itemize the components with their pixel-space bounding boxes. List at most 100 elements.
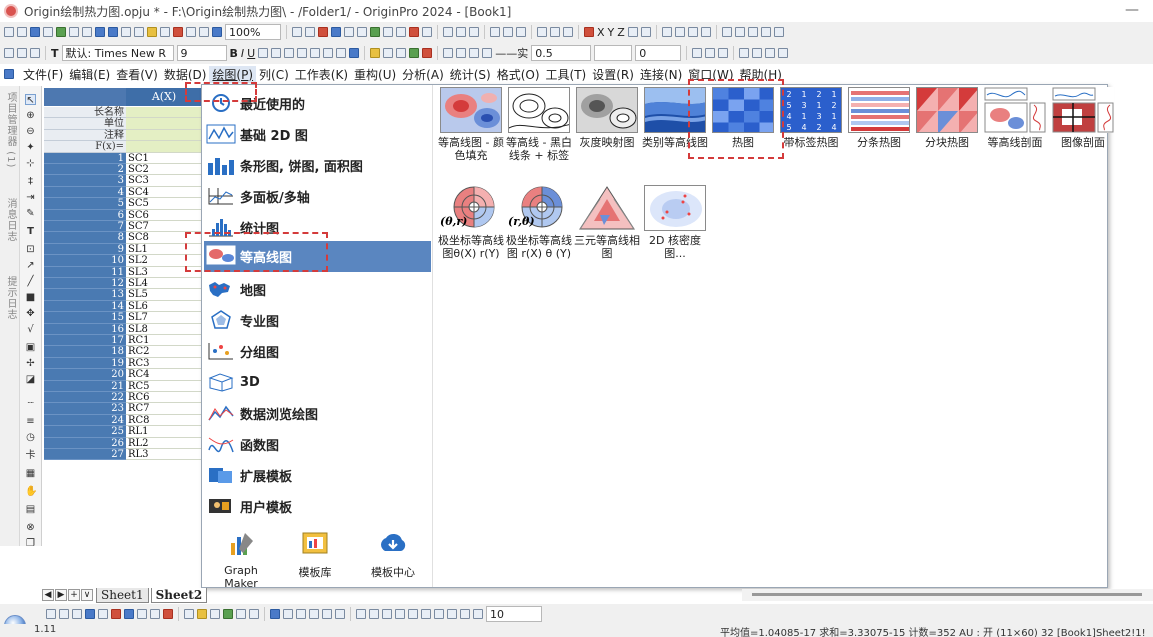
cell[interactable]: RC7 bbox=[126, 403, 202, 415]
zoom-in-tool-icon[interactable]: ⊕ bbox=[25, 110, 36, 121]
matrix-plot-icon[interactable] bbox=[249, 609, 259, 619]
import-icon[interactable] bbox=[134, 27, 144, 37]
bold-button[interactable]: B bbox=[230, 47, 238, 60]
layer-add-icon[interactable] bbox=[270, 609, 280, 619]
chart-option-icon[interactable] bbox=[516, 27, 526, 37]
front-icon[interactable] bbox=[434, 609, 444, 619]
contour-plot-icon[interactable] bbox=[223, 609, 233, 619]
text-tool-icon[interactable]: T bbox=[25, 226, 36, 237]
messages-log-tab[interactable]: 消息日志 bbox=[3, 198, 18, 242]
arrow-3-icon[interactable] bbox=[773, 27, 784, 37]
stock-icon[interactable] bbox=[150, 609, 160, 619]
decrease-font-icon[interactable] bbox=[310, 48, 321, 58]
table-row[interactable]: 6 SC6 bbox=[44, 209, 202, 221]
list-icon[interactable] bbox=[469, 27, 479, 37]
table-row[interactable]: 26 RL2 bbox=[44, 437, 202, 449]
copy-page-icon[interactable] bbox=[305, 27, 315, 37]
report-icon[interactable]: ▤ bbox=[25, 504, 36, 515]
category-user-templates[interactable]: 用户模板 bbox=[204, 492, 431, 520]
table-row[interactable]: 21 RC5 bbox=[44, 380, 202, 392]
annotation-tool-icon[interactable]: ⊡ bbox=[25, 244, 36, 255]
graph-template-icon[interactable] bbox=[98, 609, 108, 619]
line-width-combo[interactable]: 0.5 bbox=[531, 45, 592, 61]
results-log-icon[interactable] bbox=[344, 27, 354, 37]
row-header[interactable]: 27 bbox=[44, 449, 126, 461]
border-icon[interactable] bbox=[336, 48, 347, 58]
menu-settings[interactable]: 设置(R) bbox=[589, 66, 637, 83]
row-header[interactable]: 8 bbox=[44, 232, 126, 244]
rectangle-tool-icon[interactable]: ■ bbox=[25, 292, 36, 303]
ternary-icon[interactable] bbox=[163, 609, 173, 619]
category-recent[interactable]: 最近使用的 bbox=[204, 89, 431, 117]
cell[interactable]: RC1 bbox=[126, 335, 202, 347]
table-row[interactable]: 18 RC2 bbox=[44, 346, 202, 358]
table-row[interactable]: 15 SL7 bbox=[44, 312, 202, 324]
cell[interactable]: RC6 bbox=[126, 392, 202, 404]
line-color-icon[interactable] bbox=[469, 48, 480, 58]
row-header[interactable]: 长名称 bbox=[44, 107, 126, 119]
area-icon[interactable] bbox=[124, 609, 134, 619]
row-header[interactable]: 25 bbox=[44, 426, 126, 438]
row-header[interactable]: 24 bbox=[44, 414, 126, 427]
align-bottom-icon[interactable] bbox=[395, 609, 405, 619]
arrow-2-icon[interactable] bbox=[760, 27, 771, 37]
cell[interactable]: RC2 bbox=[126, 346, 202, 358]
cell[interactable] bbox=[126, 129, 202, 142]
tile-polar-contour-theta-x[interactable]: (θ,r) 极坐标等高线图θ(X) r(Y) bbox=[438, 185, 504, 260]
cell[interactable]: SL8 bbox=[126, 323, 202, 335]
table-row[interactable]: 4 SC4 bbox=[44, 186, 202, 199]
cell-format-icon[interactable] bbox=[396, 48, 407, 58]
row-header[interactable]: 14 bbox=[44, 300, 126, 313]
paste-icon[interactable] bbox=[30, 48, 40, 58]
new-folder-icon[interactable] bbox=[17, 27, 27, 37]
cell[interactable]: SL2 bbox=[126, 255, 202, 267]
cell[interactable]: RC5 bbox=[126, 380, 202, 392]
row-header[interactable]: 16 bbox=[44, 323, 126, 335]
save-template-icon[interactable] bbox=[121, 27, 131, 37]
formula-tool-icon[interactable]: √ bbox=[25, 324, 36, 335]
add-icon[interactable] bbox=[409, 27, 419, 37]
row-header[interactable]: 13 bbox=[44, 289, 126, 301]
disregard-icon[interactable] bbox=[640, 27, 651, 37]
polar-icon[interactable] bbox=[137, 609, 147, 619]
wrap-icon[interactable] bbox=[383, 48, 394, 58]
layer-toggle-icon[interactable] bbox=[752, 48, 763, 58]
cell[interactable]: SC4 bbox=[126, 186, 202, 199]
project-explorer-tab[interactable]: 项目管理器 (1) bbox=[3, 92, 18, 168]
cell[interactable]: SC7 bbox=[126, 221, 202, 233]
group-icon[interactable] bbox=[408, 609, 418, 619]
meta-row[interactable]: F(x)= bbox=[44, 141, 202, 153]
menu-window[interactable]: 窗口(W) bbox=[685, 66, 736, 83]
line-draw-icon[interactable] bbox=[46, 609, 56, 619]
filter-set-icon[interactable] bbox=[563, 27, 573, 37]
table-row[interactable]: 12 SL4 bbox=[44, 278, 202, 290]
row-header[interactable]: 注释 bbox=[44, 129, 126, 142]
set-column-icon[interactable] bbox=[584, 27, 594, 37]
rescale-icon[interactable] bbox=[335, 609, 345, 619]
image-plot-icon[interactable] bbox=[236, 609, 246, 619]
row-header[interactable]: 17 bbox=[44, 335, 126, 347]
add-sheet-button[interactable]: + bbox=[68, 589, 80, 601]
cell[interactable]: RL3 bbox=[126, 449, 202, 461]
clock-icon[interactable]: ◷ bbox=[25, 432, 36, 443]
align-right-icon[interactable] bbox=[369, 609, 379, 619]
tile-image-profile[interactable]: 图像剖面 bbox=[1050, 87, 1116, 149]
align-top-icon[interactable] bbox=[382, 609, 392, 619]
bar-chart-2-icon[interactable] bbox=[503, 27, 513, 37]
merge-icon[interactable] bbox=[370, 48, 381, 58]
draw-data-icon[interactable]: ✢ bbox=[25, 358, 36, 369]
move-right-icon[interactable] bbox=[734, 27, 745, 37]
category-3d[interactable]: 3D bbox=[204, 368, 431, 396]
cell[interactable]: SC6 bbox=[126, 209, 202, 221]
scrollbar-thumb[interactable] bbox=[752, 593, 1142, 596]
set-z-label[interactable]: Z bbox=[617, 26, 625, 39]
cell[interactable]: SC3 bbox=[126, 175, 202, 187]
window-icon[interactable] bbox=[212, 27, 222, 37]
insert-image-icon[interactable]: ◪ bbox=[25, 374, 36, 385]
row-header[interactable]: 9 bbox=[44, 243, 126, 256]
cell[interactable]: SL3 bbox=[126, 266, 202, 278]
row-header[interactable]: F(x)= bbox=[44, 141, 126, 153]
underline-button[interactable]: U bbox=[247, 47, 255, 60]
cell[interactable]: SL1 bbox=[126, 243, 202, 256]
row-header[interactable]: 26 bbox=[44, 437, 126, 449]
